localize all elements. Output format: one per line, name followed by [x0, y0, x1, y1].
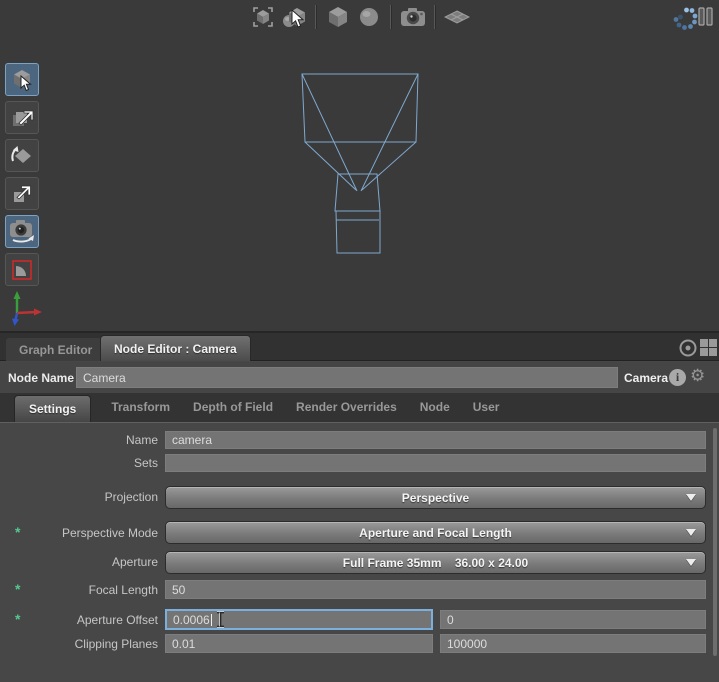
3d-viewport[interactable] [0, 0, 719, 331]
ground-plane-icon[interactable] [444, 4, 470, 30]
name-label: Name [0, 433, 158, 447]
panel-tab-bar: Graph Editor Node Editor : Camera [0, 333, 719, 361]
target-icon[interactable] [678, 338, 698, 358]
aperture-offset-y-input[interactable]: 0 [440, 610, 706, 629]
layout-grid-icon[interactable] [699, 338, 718, 357]
projection-dropdown[interactable]: Perspective [165, 486, 706, 509]
toolbar-separator [315, 5, 317, 29]
toolbar-separator [434, 5, 436, 29]
aperture-offset-label: Aperture Offset [0, 613, 158, 627]
aperture-label: Aperture [0, 555, 158, 569]
text-caret [211, 614, 212, 626]
progress-spinner [672, 4, 698, 30]
rotate-tool-button[interactable] [5, 139, 39, 172]
tab-transform[interactable]: Transform [108, 392, 173, 422]
viewport-toolbar [250, 3, 470, 31]
sets-input[interactable] [165, 454, 706, 472]
settings-tab-strip: Settings Transform Depth of Field Render… [0, 393, 719, 423]
camera-orbit-tool-button[interactable] [5, 215, 39, 248]
render-region-tool-button[interactable] [5, 253, 39, 286]
tab-node[interactable]: Node [417, 392, 453, 422]
ibeam-cursor [215, 611, 226, 628]
clipping-far-input[interactable]: 100000 [440, 634, 706, 653]
axis-y-arrow [14, 291, 21, 313]
chevron-down-icon [686, 494, 696, 501]
sets-label: Sets [0, 456, 158, 470]
aperture-offset-x-input[interactable]: 0.0006 [165, 609, 433, 630]
chevron-down-icon [686, 559, 696, 566]
settings-form: Name camera Sets Projection Perspective … [0, 424, 719, 682]
translate-tool-button[interactable] [5, 101, 39, 134]
cube-icon[interactable] [325, 4, 351, 30]
projection-value: Perspective [402, 491, 469, 505]
clipping-near-input[interactable]: 0.01 [165, 634, 433, 653]
focal-length-input[interactable]: 50 [165, 580, 706, 599]
tool-sidebar [5, 63, 39, 286]
gear-icon[interactable]: ⚙ [690, 366, 705, 386]
aperture-offset-x-value: 0.0006 [173, 613, 210, 627]
scale-tool-button[interactable] [5, 177, 39, 210]
perspective-mode-label: Perspective Mode [0, 526, 158, 540]
focal-length-label: Focal Length [0, 583, 158, 597]
chevron-down-icon [686, 529, 696, 536]
camera-icon[interactable] [400, 4, 426, 30]
node-type-label: Camera [624, 362, 668, 393]
node-name-row: Node Name Camera Camera i ⚙ [0, 362, 719, 393]
node-editor-panel: Graph Editor Node Editor : Camera Node N… [0, 331, 719, 680]
clipping-planes-label: Clipping Planes [0, 637, 158, 651]
tab-settings[interactable]: Settings [14, 395, 91, 422]
perspective-mode-value: Aperture and Focal Length [359, 526, 512, 540]
tab-render-overrides[interactable]: Render Overrides [293, 392, 400, 422]
bbox-cube-icon[interactable] [250, 4, 276, 30]
tab-depth-of-field[interactable]: Depth of Field [190, 392, 276, 422]
camera-wireframe [0, 0, 719, 331]
tab-graph-editor[interactable]: Graph Editor [6, 338, 105, 361]
axis-x-arrow [17, 309, 42, 316]
perspective-mode-dropdown[interactable]: Aperture and Focal Length [165, 521, 706, 544]
axis-gizmo [6, 287, 52, 331]
aperture-dropdown[interactable]: Full Frame 35mm 36.00 x 24.00 [165, 551, 706, 574]
axis-z-arrow [12, 313, 19, 326]
mouse-cursor [291, 10, 306, 29]
tab-user[interactable]: User [470, 392, 503, 422]
form-scrollbar[interactable] [713, 428, 717, 656]
pause-button[interactable] [697, 6, 715, 28]
tab-node-editor-camera[interactable]: Node Editor : Camera [100, 335, 251, 361]
sphere-icon[interactable] [356, 4, 382, 30]
select-tool-button[interactable] [5, 63, 39, 96]
toolbar-separator [390, 5, 392, 29]
name-input[interactable]: camera [165, 431, 706, 449]
info-icon[interactable]: i [669, 369, 686, 386]
projection-label: Projection [0, 490, 158, 504]
aperture-value: Full Frame 35mm 36.00 x 24.00 [343, 556, 528, 570]
node-name-label: Node Name [8, 362, 74, 393]
node-name-input[interactable]: Camera [76, 367, 618, 388]
